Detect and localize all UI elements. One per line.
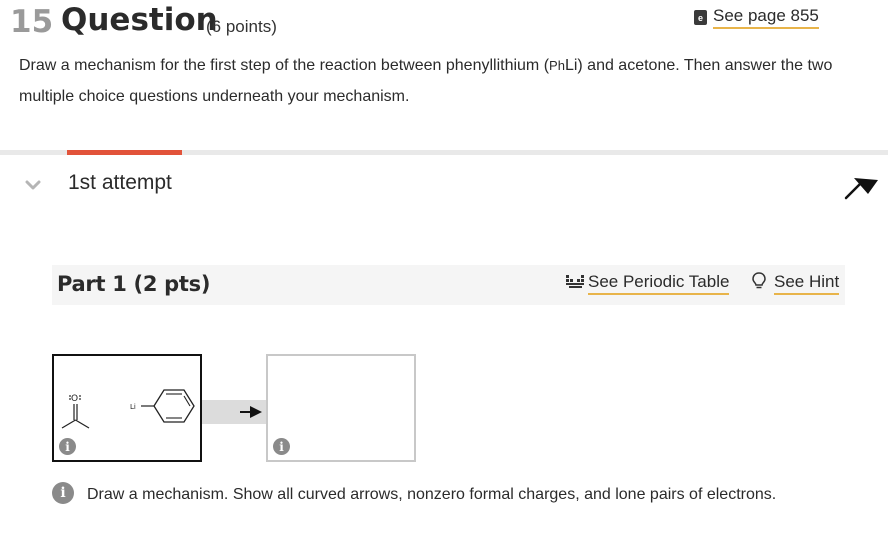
li-label: Li [130, 403, 136, 411]
hint-link[interactable]: See Hint [752, 272, 840, 295]
hint-label[interactable]: See Hint [774, 272, 840, 295]
ph-abbreviation: Ph [549, 58, 565, 73]
flag-icon[interactable] [844, 172, 880, 205]
active-tab-indicator [67, 150, 182, 155]
periodic-table-label[interactable]: See Periodic Table [588, 272, 730, 295]
periodic-table-icon [566, 273, 584, 294]
periodic-table-link[interactable]: See Periodic Table [566, 272, 730, 295]
acetone-oxygen-label: O [71, 394, 78, 404]
question-number: 15 [10, 4, 54, 40]
reactants-info-icon[interactable]: i [59, 438, 76, 455]
see-page-link[interactable]: e See page 855 [694, 6, 819, 29]
part-title: Part 1 (2 pts) [57, 272, 211, 296]
question-title: Question [61, 2, 218, 38]
reactants-box[interactable]: O Li i [52, 354, 202, 462]
product-info-icon[interactable]: i [273, 438, 290, 455]
reaction-arrow-icon [240, 406, 262, 418]
chevron-down-icon[interactable] [25, 178, 41, 196]
instruction-text: Draw a mechanism. Show all curved arrows… [87, 486, 777, 503]
product-box[interactable]: i [266, 354, 416, 462]
attempt-label[interactable]: 1st attempt [68, 171, 172, 195]
reaction-arrow-band [202, 400, 266, 424]
see-page-label[interactable]: See page 855 [713, 6, 819, 29]
question-prompt: Draw a mechanism for the first step of t… [19, 57, 833, 105]
part-header: Part 1 (2 pts) See Periodic Table See Hi… [52, 265, 845, 305]
book-icon: e [694, 10, 707, 25]
lightbulb-icon [752, 272, 766, 295]
info-icon: i [52, 482, 74, 504]
question-points: (6 points) [206, 17, 277, 36]
